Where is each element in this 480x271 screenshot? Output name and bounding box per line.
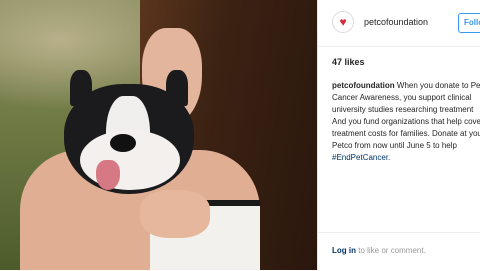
post-header: ♥ petcofoundation Follow — [318, 0, 480, 47]
caption-username[interactable]: petcofoundation — [332, 81, 395, 90]
avatar[interactable]: ♥ — [332, 11, 354, 33]
hashtag-link[interactable]: #EndPetCancer. — [332, 152, 480, 164]
caption-line: petcofoundation When you donate to Petco… — [332, 80, 480, 92]
post-footer: Log in to like or comment. — [318, 232, 480, 271]
login-prompt-text: to like or comment. — [358, 246, 426, 255]
username[interactable]: petcofoundation — [364, 17, 428, 27]
likes-count[interactable]: 47 likes — [332, 57, 365, 67]
login-prompt: Log in to like or comment. — [332, 246, 426, 255]
caption-line: university studies researching treatment — [332, 105, 474, 114]
caption-text: When you donate to Petco for — [396, 81, 480, 90]
caption-line: Petco from now until June 5 to help — [332, 141, 457, 150]
caption-line: Cancer Awareness, you support clinical — [332, 93, 472, 102]
hand — [140, 190, 210, 238]
follow-button[interactable]: Follow — [458, 13, 480, 33]
caption-line: treatment costs for families. Donate at … — [332, 129, 480, 138]
dog-nose — [110, 134, 136, 152]
caption: petcofoundation When you donate to Petco… — [332, 80, 480, 164]
dog-tongue — [96, 160, 120, 190]
heart-logo-icon: ♥ — [339, 15, 347, 29]
post-sidebar: ♥ petcofoundation Follow 47 likes petcof… — [317, 0, 480, 270]
login-link[interactable]: Log in — [332, 246, 356, 255]
post-photo[interactable] — [0, 0, 317, 270]
caption-line: And you fund organizations that help cov… — [332, 117, 480, 126]
